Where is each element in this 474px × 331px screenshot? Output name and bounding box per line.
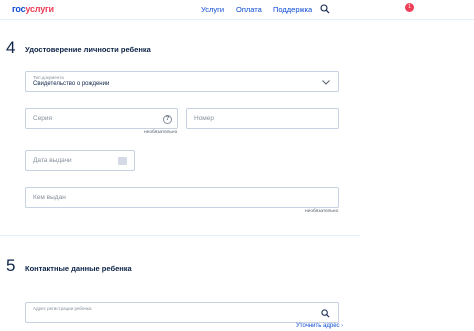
chevron-right-icon: › xyxy=(341,323,343,329)
issued-by-optional-hint: необязательно xyxy=(305,209,339,214)
address-label: Адрес регистрации ребенка xyxy=(33,306,92,311)
clarify-address-link[interactable]: Уточнить адрес › xyxy=(296,323,343,329)
step-number-5: 5 xyxy=(6,256,16,275)
doc-type-select[interactable]: Тип документа Свидетельство о рождении xyxy=(25,71,339,92)
doc-type-value: Свидетельство о рождении xyxy=(33,81,110,87)
chevron-down-icon xyxy=(322,80,330,85)
notifications-badge[interactable]: 1 xyxy=(405,3,414,12)
section-title-identity: Удостоверение личности ребенка xyxy=(25,45,151,54)
clarify-address-link-label: Уточнить адрес xyxy=(296,323,340,329)
logo-part-uslugi: услуги xyxy=(25,4,54,14)
series-optional-hint: необязательно xyxy=(144,130,178,135)
address-field[interactable]: Адрес регистрации ребенка xyxy=(25,302,339,323)
number-field[interactable]: Номер xyxy=(186,108,339,129)
issued-by-field[interactable]: Кем выдан xyxy=(25,187,339,208)
section-title-contacts: Контактные данные ребенка xyxy=(25,264,132,273)
nav-services[interactable]: Услуги xyxy=(201,5,224,14)
issued-by-placeholder: Кем выдан xyxy=(33,194,66,201)
doc-type-label: Тип документа xyxy=(33,75,64,80)
top-header: госуслуги Услуги Оплата Поддержка 1 xyxy=(0,0,474,20)
search-icon[interactable] xyxy=(321,309,330,318)
issue-date-field[interactable]: Дата выдачи xyxy=(25,150,135,171)
nav-support[interactable]: Поддержка xyxy=(273,5,312,14)
calendar-icon[interactable] xyxy=(118,157,127,165)
info-icon[interactable]: ? xyxy=(163,115,172,124)
section-divider xyxy=(0,235,360,236)
search-icon[interactable] xyxy=(320,4,330,14)
gosuslugi-logo[interactable]: госуслуги xyxy=(12,4,54,14)
nav-payment[interactable]: Оплата xyxy=(236,5,262,14)
logo-part-gos: гос xyxy=(12,4,26,14)
series-placeholder: Серия xyxy=(33,115,53,122)
number-placeholder: Номер xyxy=(194,115,215,122)
issue-date-placeholder: Дата выдачи xyxy=(33,157,72,164)
series-field[interactable]: Серия ? xyxy=(25,108,178,129)
step-number-4: 4 xyxy=(6,38,16,57)
